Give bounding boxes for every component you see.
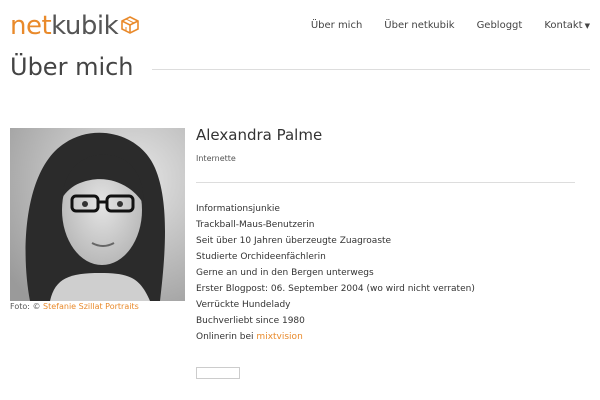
list-item: Seit über 10 Jahren überzeugte Zuagroast…: [196, 236, 392, 246]
profile-photo: [10, 128, 185, 301]
photographer-link[interactable]: Stefanie Szillat Portraits: [43, 302, 139, 311]
nav-item-kontakt-label: Kontakt: [544, 20, 583, 31]
logo-kubik: kubik: [51, 11, 119, 41]
list-item: Buchverliebt since 1980: [196, 316, 305, 326]
profile-divider: [196, 182, 575, 183]
mixtvision-link[interactable]: mixtvision: [256, 332, 302, 342]
site-logo[interactable]: netkubik: [10, 11, 140, 41]
empty-button[interactable]: [196, 367, 240, 379]
nav-item-kontakt[interactable]: Kontakt ▼: [544, 18, 590, 34]
list-item: Verrückte Hundelady: [196, 300, 291, 310]
logo-net: net: [10, 11, 52, 41]
list-item: Onlinerin bei mixtvision: [196, 329, 475, 345]
list-item: Studierte Orchideenfächlerin: [196, 252, 326, 262]
profile-name: Alexandra Palme: [196, 126, 323, 144]
photo-caption-prefix: Foto: ©: [10, 302, 41, 311]
list-item: Erster Blogpost: 06. September 2004 (wo …: [196, 284, 475, 294]
page-title: Über mich: [10, 53, 134, 81]
cube-icon: [121, 16, 140, 34]
profile-role: Internette: [196, 154, 236, 163]
nav-item-gebloggt[interactable]: Gebloggt: [477, 18, 523, 34]
chevron-down-icon: ▼: [584, 22, 590, 30]
photo-caption: Foto: © Stefanie Szillat Portraits: [10, 302, 139, 311]
list-item: Trackball-Maus-Benutzerin: [196, 220, 315, 230]
title-divider: [152, 69, 590, 70]
portrait-image: [10, 128, 185, 301]
main-nav: Über mich Über netkubik Gebloggt Kontakt…: [289, 18, 590, 34]
profile-facts-list: Informationsjunkie Trackball-Maus-Benutz…: [196, 201, 475, 345]
nav-item-ueber-mich[interactable]: Über mich: [311, 18, 362, 34]
last-fact-prefix: Onlinerin bei: [196, 332, 254, 342]
list-item: Gerne an und in den Bergen unterwegs: [196, 268, 374, 278]
nav-item-ueber-netkubik[interactable]: Über netkubik: [384, 18, 454, 34]
list-item: Informationsjunkie: [196, 204, 280, 214]
logo-wordmark: netkubik: [10, 11, 119, 41]
